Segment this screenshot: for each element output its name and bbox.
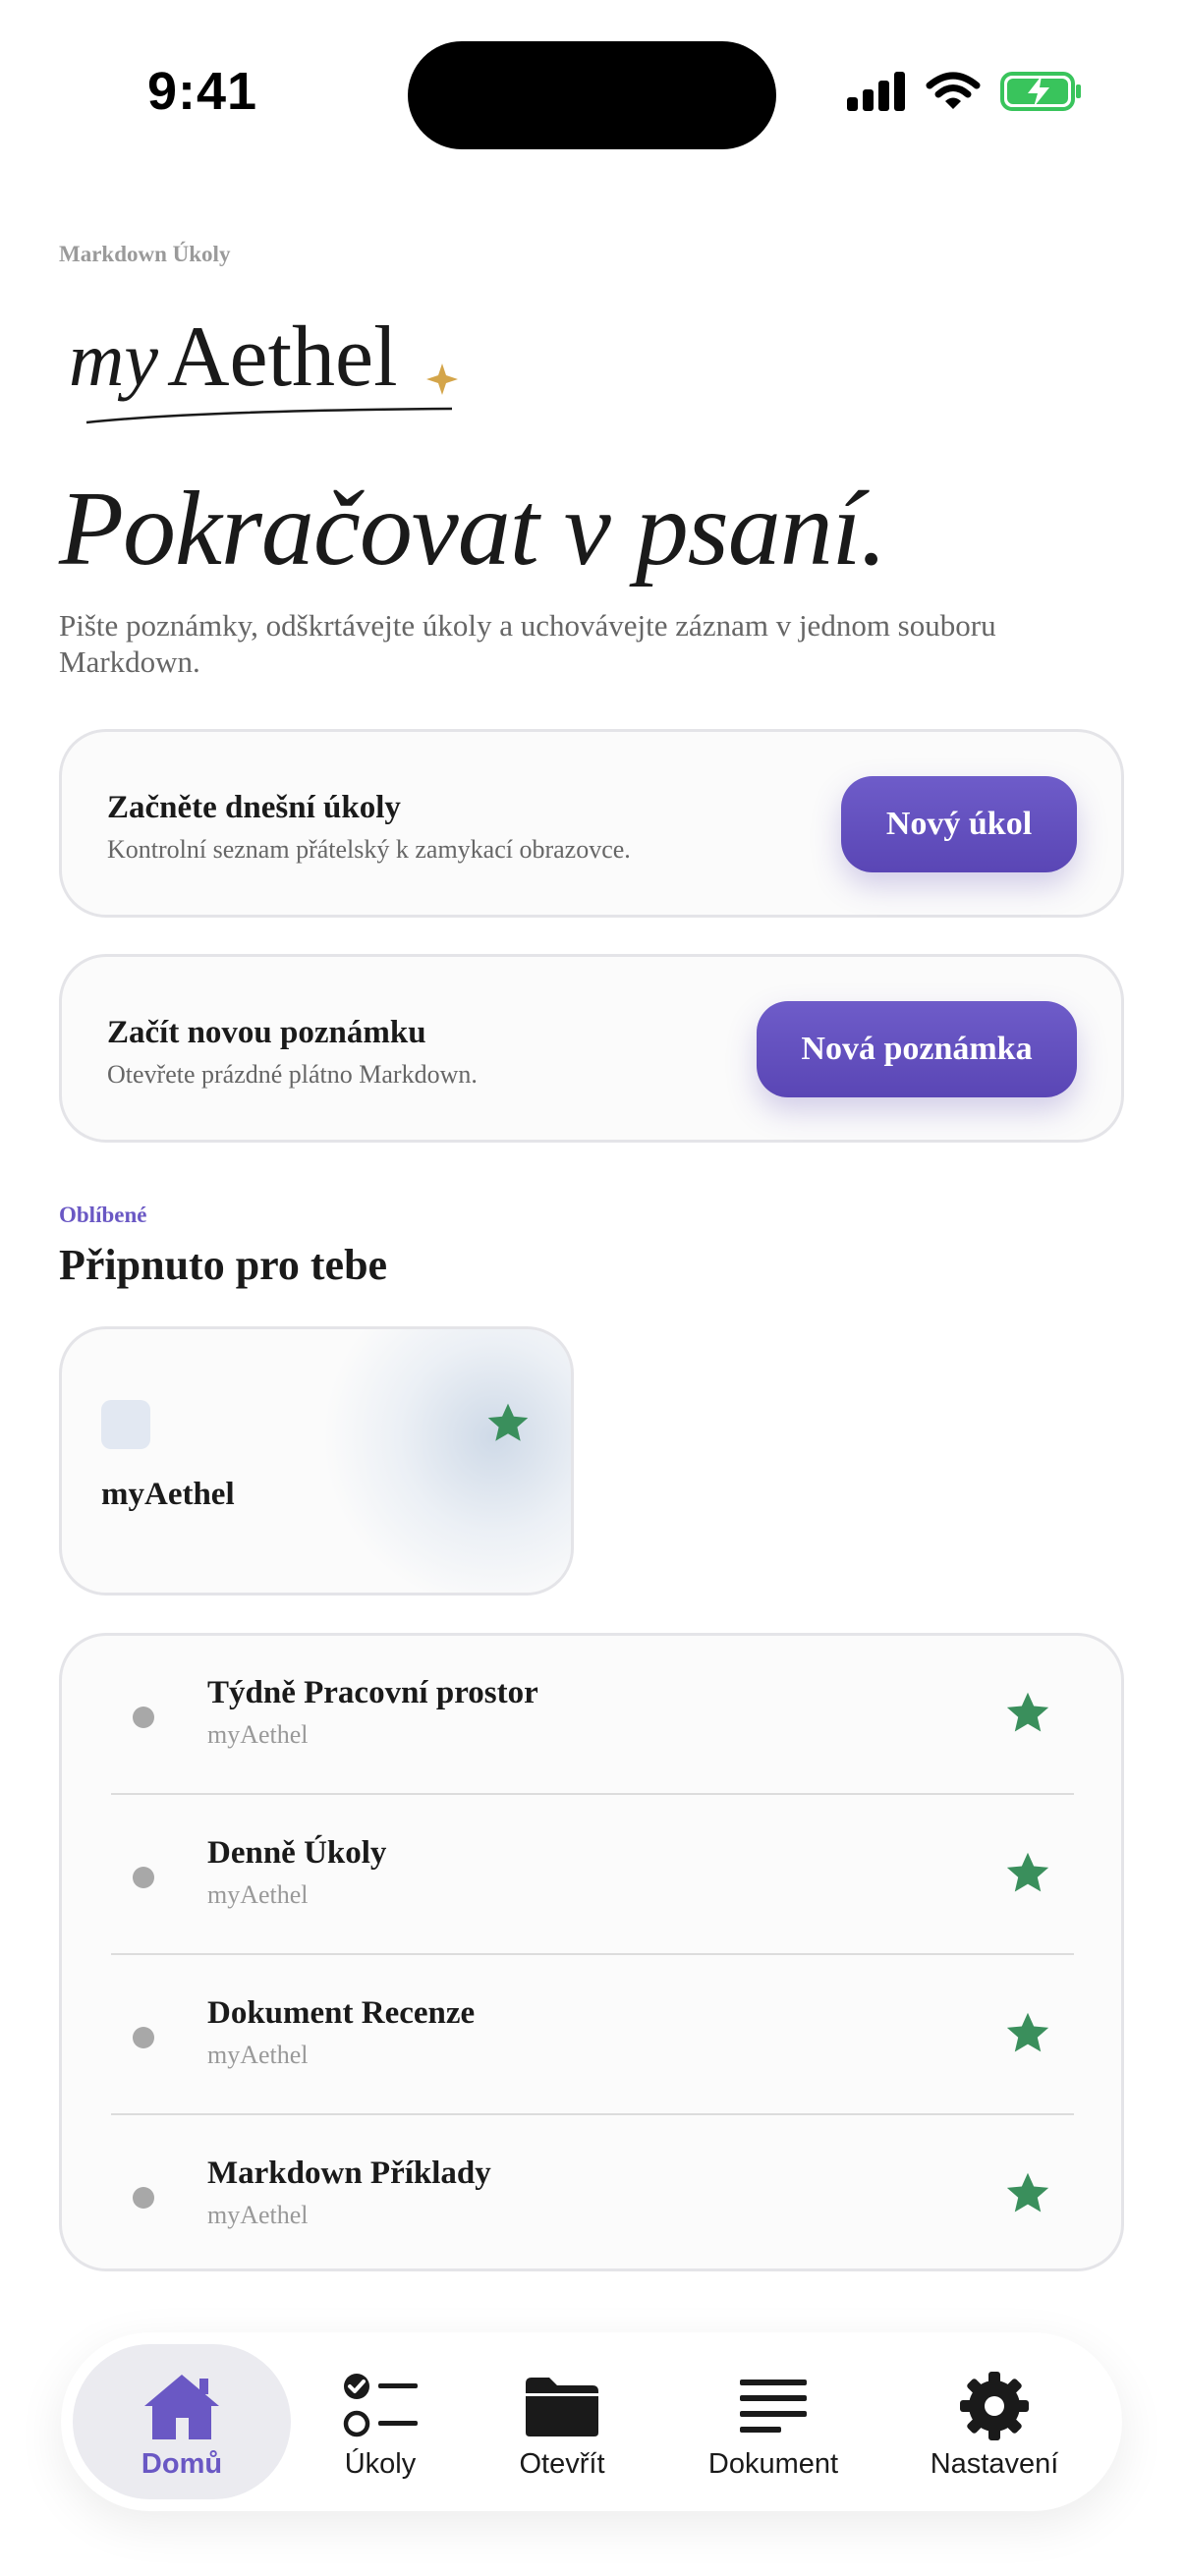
bullet-icon: [133, 1867, 154, 1888]
star-icon[interactable]: [1003, 2009, 1052, 2058]
tab-bar: Domů Úkoly Otevřít Dokument Nastavení: [61, 2332, 1122, 2511]
gear-icon: [960, 2372, 1029, 2440]
status-icons: [847, 67, 1083, 116]
status-time: 9:41: [147, 62, 258, 121]
status-bar: 9:41: [0, 0, 1185, 187]
gear-icon-wrap: [958, 2368, 1031, 2444]
pinned-label: myAethel: [101, 1477, 235, 1512]
list-item[interactable]: Denně Úkoly myAethel: [62, 1796, 1127, 1956]
list-item-title: Denně Úkoly: [207, 1835, 387, 1871]
start-tasks-title: Začněte dnešní úkoly: [107, 790, 401, 825]
list-divider: [111, 2113, 1074, 2115]
home-icon: [144, 2375, 219, 2439]
tab-home-label: Domů: [141, 2448, 223, 2480]
list-item-title: Týdně Pracovní prostor: [207, 1675, 538, 1710]
tab-open[interactable]: Otevřít: [488, 2344, 636, 2499]
new-note-title: Začít novou poznámku: [107, 1015, 426, 1050]
app-eyebrow: Markdown Úkoly: [59, 242, 231, 266]
tab-document-label: Dokument: [707, 2448, 839, 2480]
new-note-description: Otevřete prázdné plátno Markdown.: [107, 1059, 478, 1089]
folder-icon: [526, 2378, 598, 2436]
list-item-title: Dokument Recenze: [207, 1995, 476, 2031]
pinned-thumbnail: [101, 1400, 150, 1449]
new-note-text: Začít novou poznámku Otevřete prázdné pl…: [107, 1014, 478, 1090]
list-divider: [111, 1793, 1074, 1795]
start-tasks-description: Kontrolní seznam přátelský k zamykací ob…: [107, 834, 631, 864]
new-task-button[interactable]: Nový úkol: [841, 776, 1077, 872]
list-item[interactable]: Dokument Recenze myAethel: [62, 1956, 1127, 2116]
pinned-glow: [317, 1329, 571, 1593]
home-icon-wrap: [141, 2368, 223, 2444]
page-subtitle: Pište poznámky, odškrtávejte úkoly a uch…: [59, 608, 996, 680]
cellular-signal-icon: [847, 72, 905, 111]
bullet-icon: [133, 1707, 154, 1728]
tab-settings-label: Nastavení: [930, 2448, 1059, 2480]
bullet-icon: [133, 2187, 154, 2209]
bullet-icon: [133, 2027, 154, 2048]
wifi-icon: [926, 72, 981, 109]
star-icon[interactable]: [1003, 1849, 1052, 1898]
star-icon[interactable]: [1003, 2169, 1052, 2218]
list-item[interactable]: Markdown Příklady myAethel: [62, 2116, 1127, 2276]
list-item-subtitle: myAethel: [207, 1880, 309, 1909]
favorites-title: Připnuto pro tebe: [59, 1241, 388, 1289]
checklist-icon-wrap: [341, 2368, 420, 2444]
page-title: Pokračovat v psaní.: [59, 471, 887, 588]
start-tasks-text: Začněte dnešní úkoly Kontrolní seznam př…: [107, 789, 631, 865]
checklist-icon: [343, 2374, 418, 2437]
favorites-eyebrow: Oblíbené: [59, 1203, 147, 1227]
new-note-card: Začít novou poznámku Otevřete prázdné pl…: [59, 954, 1124, 1143]
list-item-title: Markdown Příklady: [207, 2156, 491, 2191]
favorites-list: Týdně Pracovní prostor myAethel Denně Úk…: [59, 1633, 1124, 2271]
star-icon[interactable]: [484, 1400, 532, 1447]
tab-tasks[interactable]: Úkoly: [307, 2344, 454, 2499]
battery-charging-icon: [1000, 72, 1081, 111]
document-lines-icon: [740, 2380, 807, 2433]
star-icon[interactable]: [1003, 1689, 1052, 1738]
tab-open-label: Otevřít: [519, 2448, 605, 2480]
dynamic-island: [408, 41, 776, 149]
svg-text:my: my: [69, 316, 158, 402]
svg-text:Aethel: Aethel: [167, 309, 398, 405]
tab-settings[interactable]: Nastavení: [901, 2344, 1088, 2499]
document-lines-icon-wrap: [736, 2368, 811, 2444]
list-item-subtitle: myAethel: [207, 2041, 309, 2069]
tab-document[interactable]: Dokument: [680, 2344, 867, 2499]
list-item-subtitle: myAethel: [207, 2201, 309, 2229]
start-tasks-card: Začněte dnešní úkoly Kontrolní seznam př…: [59, 729, 1124, 918]
list-divider: [111, 1953, 1074, 1955]
myaethel-logo: my Aethel: [69, 309, 458, 424]
pinned-card[interactable]: myAethel: [59, 1326, 574, 1596]
tab-home[interactable]: Domů: [73, 2344, 291, 2499]
list-item-subtitle: myAethel: [207, 1720, 309, 1749]
new-note-button[interactable]: Nová poznámka: [757, 1001, 1077, 1097]
folder-icon-wrap: [522, 2368, 602, 2444]
tab-tasks-label: Úkoly: [344, 2448, 417, 2480]
list-item[interactable]: Týdně Pracovní prostor myAethel: [62, 1636, 1127, 1796]
